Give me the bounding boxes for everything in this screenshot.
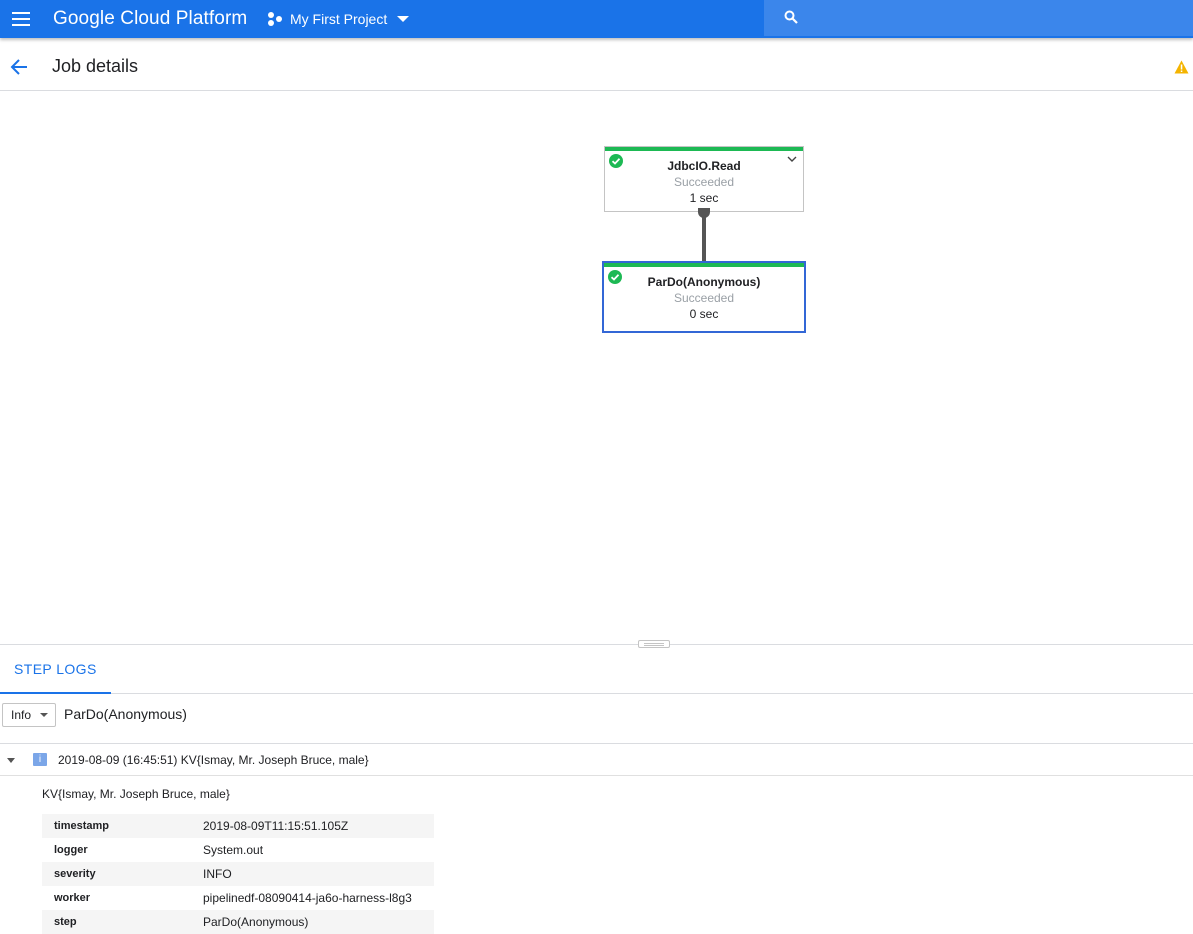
node-duration: 0 sec xyxy=(689,307,719,321)
severity-select-value: Info xyxy=(11,708,32,722)
log-entry-header[interactable]: i 2019-08-09 (16:45:51) KV{Ismay, Mr. Jo… xyxy=(0,745,1193,776)
log-entry-fields: timestamp 2019-08-09T11:15:51.105Z logge… xyxy=(42,814,434,934)
success-check-icon xyxy=(609,154,623,168)
field-key: timestamp xyxy=(54,820,110,832)
field-key: step xyxy=(54,916,77,928)
field-key: severity xyxy=(54,868,96,880)
log-field-row: logger System.out xyxy=(42,838,434,862)
warning-icon[interactable] xyxy=(1174,60,1189,74)
node-name: ParDo(Anonymous) xyxy=(647,275,761,289)
field-key: logger xyxy=(54,844,88,856)
field-value: INFO xyxy=(203,867,232,881)
project-name: My First Project xyxy=(290,11,388,27)
chevron-down-icon xyxy=(397,16,410,22)
field-value: pipelinedf-08090414-ja6o-harness-l8g3 xyxy=(203,891,412,905)
search-icon xyxy=(784,10,798,24)
log-field-row: step ParDo(Anonymous) xyxy=(42,910,434,934)
step-filter-label: ParDo(Anonymous) xyxy=(64,706,187,722)
field-value: ParDo(Anonymous) xyxy=(203,915,309,929)
field-key: worker xyxy=(54,892,91,904)
product-name[interactable]: Google Cloud Platform xyxy=(53,7,247,31)
graph-node-jdbcio-read[interactable]: JdbcIO.Read Succeeded 1 sec xyxy=(604,146,804,212)
log-field-row: timestamp 2019-08-09T11:15:51.105Z xyxy=(42,814,434,838)
node-status: Succeeded xyxy=(673,175,735,189)
top-app-bar: Google Cloud Platform My First Project xyxy=(0,0,1193,38)
info-severity-icon: i xyxy=(33,753,47,766)
log-filter-row: Info ParDo(Anonymous) xyxy=(0,694,1193,744)
search-box[interactable] xyxy=(764,0,1193,36)
status-bar xyxy=(605,147,803,151)
graph-node-pardo-anonymous[interactable]: ParDo(Anonymous) Succeeded 0 sec xyxy=(602,261,806,333)
log-entry-summary: 2019-08-09 (16:45:51) KV{Ismay, Mr. Jose… xyxy=(58,753,369,767)
tab-label: STEP LOGS xyxy=(14,661,97,677)
search-input[interactable] xyxy=(812,0,1182,36)
collapse-caret-icon[interactable] xyxy=(7,758,15,763)
node-duration: 1 sec xyxy=(689,191,719,205)
tab-step-logs[interactable]: STEP LOGS xyxy=(0,645,111,694)
page-title: Job details xyxy=(52,56,139,76)
chevron-down-icon[interactable] xyxy=(787,155,797,163)
severity-select[interactable]: Info xyxy=(2,703,56,727)
field-value: 2019-08-09T11:15:51.105Z xyxy=(203,819,349,833)
log-entry-message: KV{Ismay, Mr. Joseph Bruce, male} xyxy=(42,787,230,801)
log-field-row: severity INFO xyxy=(42,862,434,886)
success-check-icon xyxy=(608,270,622,284)
page-header: Job details xyxy=(0,40,1193,91)
project-dots-icon xyxy=(268,12,284,26)
job-graph: JdbcIO.Read Succeeded 1 sec ParDo(Anonym… xyxy=(0,91,1193,644)
graph-edge xyxy=(702,212,706,261)
project-picker[interactable]: My First Project xyxy=(268,7,410,31)
log-field-row: worker pipelinedf-08090414-ja6o-harness-… xyxy=(42,886,434,910)
back-arrow-icon[interactable] xyxy=(8,56,30,78)
dropdown-caret-icon xyxy=(40,713,48,717)
field-value: System.out xyxy=(203,843,264,857)
node-name: JdbcIO.Read xyxy=(667,159,741,173)
status-bar xyxy=(604,263,804,267)
bottom-panel-tabs: STEP LOGS xyxy=(0,645,1193,694)
node-status: Succeeded xyxy=(673,291,735,305)
hamburger-menu-icon[interactable] xyxy=(9,7,35,31)
